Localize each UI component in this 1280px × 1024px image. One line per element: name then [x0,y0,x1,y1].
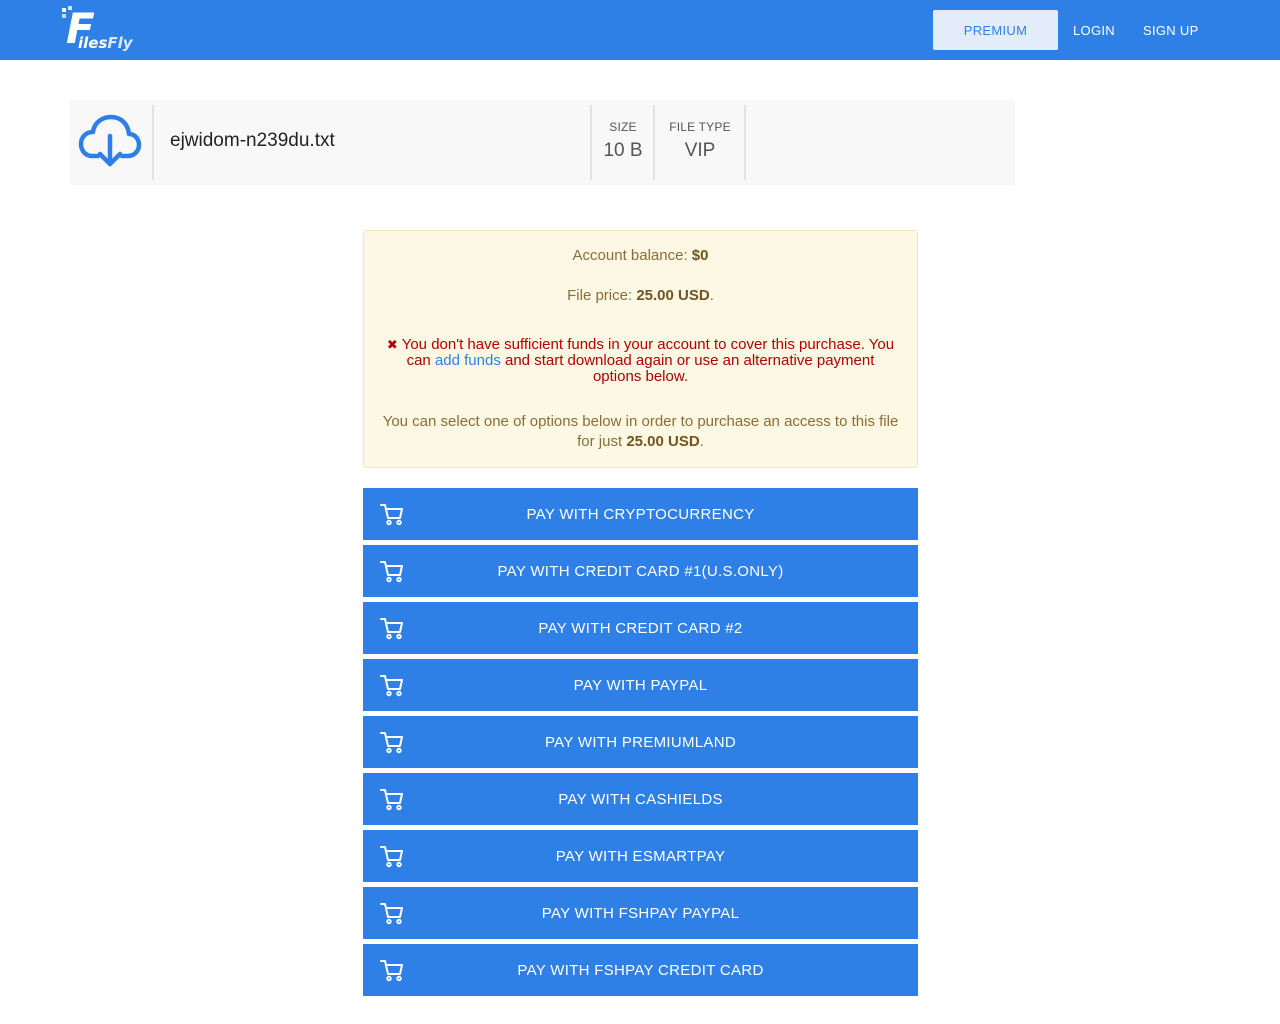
pay-button-label: PAY WITH PAYPAL [573,676,708,694]
cart-icon [379,559,405,587]
logo-text-accent: Fly [107,34,133,52]
price-suffix: . [709,287,714,304]
cart-icon [379,901,405,929]
pay-button[interactable]: PAY WITH PAYPAL [363,659,918,711]
balance-label: Account balance: [572,247,692,264]
premium-button[interactable]: PREMIUM [933,10,1058,50]
cart-icon [379,730,405,758]
pay-button-label: PAY WITH ESMARTPAY [555,847,726,865]
top-navbar: F ilesFly PREMIUM LOGIN SIGN UP [0,0,1280,60]
cart-icon [379,673,405,701]
cart-icon [379,958,405,986]
file-type-label: FILE TYPE [669,120,731,134]
signup-link[interactable]: SIGN UP [1143,10,1199,50]
login-link[interactable]: LOGIN [1073,10,1115,50]
pay-button[interactable]: PAY WITH CRYPTOCURRENCY [363,488,918,540]
file-type-value: VIP [684,140,716,161]
logo-wordmark: ilesFly [78,34,133,52]
pay-button[interactable]: PAY WITH FSHPAY PAYPAL [363,887,918,939]
divider [744,105,746,180]
insufficient-funds-error: ✖ You don't have sufficient funds in you… [364,337,917,385]
cart-icon [379,502,405,530]
logo-text: iles [78,34,108,52]
pay-button-label: PAY WITH CREDIT CARD #1(U.S.ONLY) [497,562,784,580]
cart-icon [379,844,405,872]
file-price: File price: 25.00 USD. [364,287,917,304]
cloud-download-icon [78,114,142,167]
file-name: ejwidom-n239du.txt [170,130,335,151]
pay-button[interactable]: PAY WITH ESMARTPAY [363,830,918,882]
add-funds-link[interactable]: add funds [435,352,501,369]
error-icon: ✖ [386,337,398,352]
cart-icon [379,787,405,815]
pay-button[interactable]: PAY WITH PREMIUMLAND [363,716,918,768]
info-suffix: . [699,433,704,450]
pay-button-label: PAY WITH CRYPTOCURRENCY [526,505,755,523]
file-size-value: 10 B [603,140,643,161]
file-size-label: SIZE [609,120,637,134]
pay-button-label: PAY WITH FSHPAY PAYPAL [541,904,740,922]
file-type: FILE TYPE VIP [655,120,745,162]
pay-button[interactable]: PAY WITH CREDIT CARD #2 [363,602,918,654]
price-label: File price: [567,287,637,304]
filesfly-logo[interactable]: F ilesFly [60,4,140,56]
divider [152,105,154,180]
pay-button[interactable]: PAY WITH CREDIT CARD #1(U.S.ONLY) [363,545,918,597]
pay-button-label: PAY WITH PREMIUMLAND [544,733,737,751]
info-price: 25.00 USD [626,433,700,450]
balance-value: $0 [691,247,709,264]
purchase-info: You can select one of options below in o… [364,412,917,452]
payment-notice: Account balance: $0 File price: 25.00 US… [363,230,918,468]
pay-button-label: PAY WITH CASHIELDS [558,790,723,808]
cart-icon [379,616,405,644]
pay-button[interactable]: PAY WITH CASHIELDS [363,773,918,825]
pay-button-label: PAY WITH CREDIT CARD #2 [538,619,743,637]
pay-button[interactable]: PAY WITH FSHPAY CREDIT CARD [363,944,918,996]
error-text-continued: and start download again or use an alter… [500,352,875,385]
pay-button-label: PAY WITH FSHPAY CREDIT CARD [517,961,764,979]
file-size: SIZE 10 B [592,120,654,162]
file-info-card: ejwidom-n239du.txt SIZE 10 B FILE TYPE V… [70,100,1015,185]
account-balance: Account balance: $0 [364,247,917,264]
price-value: 25.00 USD [636,287,710,304]
